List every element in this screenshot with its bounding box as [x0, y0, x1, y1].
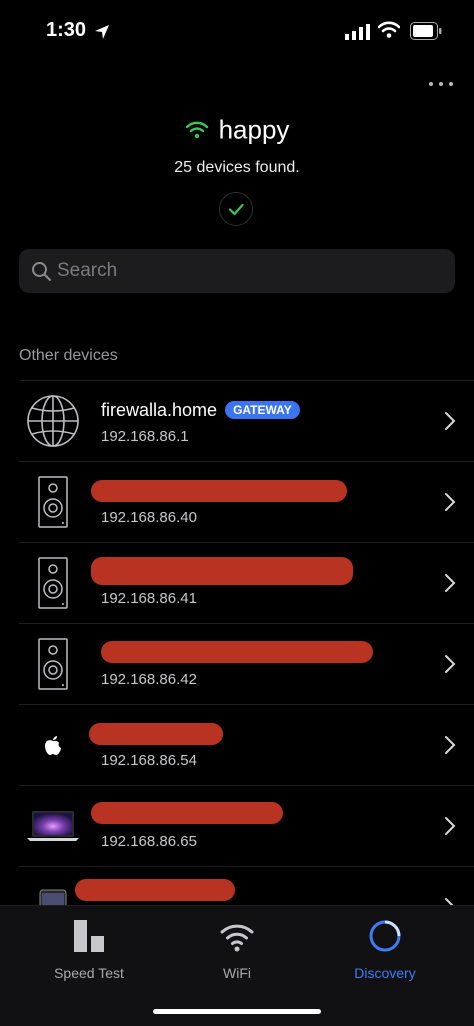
tab-label: Discovery	[354, 965, 416, 981]
speaker-icon	[38, 476, 68, 528]
gateway-badge: GATEWAY	[225, 401, 300, 419]
section-header-other-devices: Other devices	[19, 347, 118, 364]
redacted-device-name	[91, 557, 353, 585]
more-options-icon[interactable]	[426, 74, 456, 94]
redacted-device-name	[91, 802, 283, 824]
wifi-status-icon	[378, 21, 400, 38]
speed-test-icon	[74, 920, 104, 952]
battery-icon	[410, 22, 442, 40]
redacted-device-name	[89, 723, 223, 745]
search-icon	[32, 262, 52, 282]
device-list: firewalla.home GATEWAY 192.168.86.1 192.1…	[0, 380, 474, 947]
network-title: happy	[0, 113, 474, 146]
network-name: happy	[218, 114, 290, 145]
chevron-right-icon	[445, 817, 456, 835]
apple-icon	[45, 736, 61, 755]
chevron-right-icon	[445, 412, 456, 430]
speaker-icon	[38, 557, 68, 609]
laptop-icon	[27, 811, 79, 841]
speaker-icon	[38, 638, 68, 690]
tab-label: Speed Test	[54, 965, 124, 981]
redacted-device-name	[91, 480, 347, 502]
tab-bar: Speed Test WiFi Discovery	[0, 905, 474, 1026]
wifi-icon	[220, 924, 254, 952]
chevron-right-icon	[445, 655, 456, 673]
device-name: firewalla.home	[101, 400, 218, 420]
home-indicator	[153, 1009, 321, 1014]
devices-found-count: 25 devices found.	[174, 159, 300, 176]
redacted-device-name	[101, 641, 373, 663]
search-input[interactable]	[57, 249, 447, 293]
device-row[interactable]: 192.168.86.42	[19, 623, 474, 704]
checkmark-icon	[228, 203, 244, 216]
wifi-connected-icon	[185, 121, 208, 139]
location-arrow-icon	[95, 25, 109, 39]
search-bar[interactable]	[19, 249, 455, 293]
chevron-right-icon	[445, 574, 456, 592]
device-row[interactable]: 192.168.86.40	[19, 461, 474, 542]
chevron-right-icon	[445, 736, 456, 754]
device-ip: 192.168.86.1	[101, 428, 189, 445]
device-row[interactable]: 192.168.86.41	[19, 542, 474, 623]
device-ip: 192.168.86.42	[101, 671, 197, 688]
tab-discovery[interactable]: Discovery	[306, 918, 464, 981]
device-ip: 192.168.86.40	[101, 509, 197, 526]
scan-complete-badge	[219, 192, 253, 226]
globe-icon	[27, 395, 79, 447]
device-row-gateway[interactable]: firewalla.home GATEWAY 192.168.86.1	[19, 380, 474, 461]
redacted-device-name	[75, 879, 235, 901]
device-ip: 192.168.86.41	[101, 590, 197, 607]
device-ip: 192.168.86.65	[101, 833, 197, 850]
cellular-signal-icon	[345, 24, 370, 40]
device-ip: 192.168.86.54	[101, 752, 197, 769]
status-bar: 1:30	[0, 0, 474, 60]
tab-speed-test[interactable]: Speed Test	[10, 918, 168, 981]
tab-label: WiFi	[223, 965, 251, 981]
chevron-right-icon	[445, 493, 456, 511]
device-row[interactable]: 192.168.86.65	[19, 785, 474, 866]
status-time: 1:30	[46, 19, 87, 41]
device-row[interactable]: 192.168.86.54	[19, 704, 474, 785]
discovery-icon	[369, 920, 401, 952]
tab-wifi[interactable]: WiFi	[158, 918, 316, 981]
